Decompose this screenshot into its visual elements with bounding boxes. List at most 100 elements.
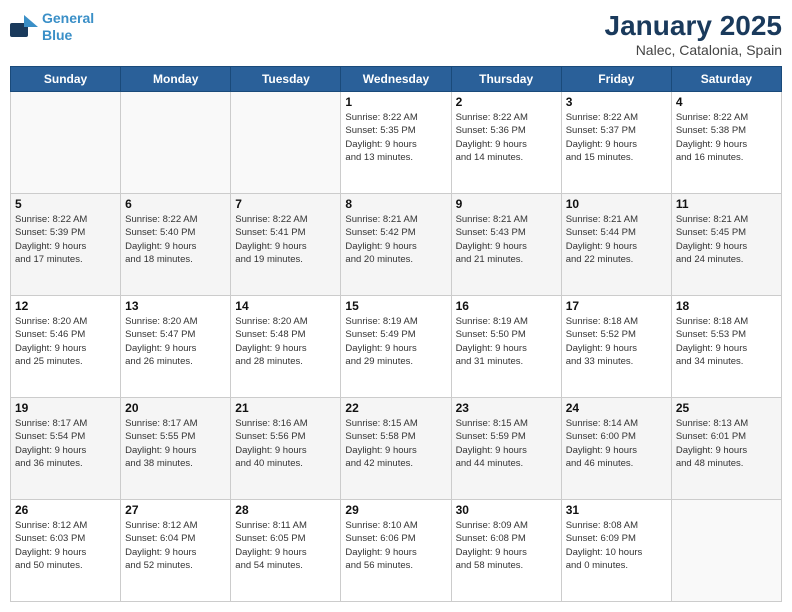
header-saturday: Saturday xyxy=(671,67,781,92)
day-number: 24 xyxy=(566,401,667,415)
day-info: Sunrise: 8:10 AM Sunset: 6:06 PM Dayligh… xyxy=(345,519,446,572)
day-cell: 15Sunrise: 8:19 AM Sunset: 5:49 PM Dayli… xyxy=(341,296,451,398)
day-info: Sunrise: 8:22 AM Sunset: 5:41 PM Dayligh… xyxy=(235,213,336,266)
day-cell: 7 Sunrise: 8:22 AM Sunset: 5:41 PM Daylig… xyxy=(231,194,341,296)
day-cell: 12 Sunrise: 8:20 AM Sunset: 5:46 PM Dayli… xyxy=(11,296,121,398)
day-info: Sunrise: 8:11 AM Sunset: 6:05 PM Dayligh… xyxy=(235,519,336,572)
day-number: 14 xyxy=(235,299,336,313)
day-info: Sunrise: 8:14 AM Sunset: 6:00 PM Dayligh… xyxy=(566,417,667,470)
day-info: Sunrise: 8:12 AM Sunset: 6:03 PM Dayligh… xyxy=(15,519,116,572)
day-info: Sunrise: 8:17 AM Sunset: 5:55 PM Dayligh… xyxy=(125,417,226,470)
week-row-3: 12 Sunrise: 8:20 AM Sunset: 5:46 PM Dayli… xyxy=(11,296,782,398)
header-thursday: Thursday xyxy=(451,67,561,92)
weekday-header-row: Sunday Monday Tuesday Wednesday Thursday… xyxy=(11,67,782,92)
day-number: 5 xyxy=(15,197,116,211)
day-cell: 8 Sunrise: 8:21 AM Sunset: 5:42 PM Daylig… xyxy=(341,194,451,296)
day-cell: 4Sunrise: 8:22 AM Sunset: 5:38 PM Daylig… xyxy=(671,92,781,194)
day-info: Sunrise: 8:18 AM Sunset: 5:52 PM Dayligh… xyxy=(566,315,667,368)
week-row-4: 19 Sunrise: 8:17 AM Sunset: 5:54 PM Dayli… xyxy=(11,398,782,500)
day-cell: 18 Sunrise: 8:18 AM Sunset: 5:53 PM Dayli… xyxy=(671,296,781,398)
day-cell xyxy=(121,92,231,194)
header: General Blue January 2025 Nalec, Catalon… xyxy=(10,10,782,58)
day-cell: 24 Sunrise: 8:14 AM Sunset: 6:00 PM Dayli… xyxy=(561,398,671,500)
day-cell: 2Sunrise: 8:22 AM Sunset: 5:36 PM Daylig… xyxy=(451,92,561,194)
day-number: 8 xyxy=(345,197,446,211)
day-info: Sunrise: 8:21 AM Sunset: 5:43 PM Dayligh… xyxy=(456,213,557,266)
day-number: 2 xyxy=(456,95,557,109)
day-info: Sunrise: 8:17 AM Sunset: 5:54 PM Dayligh… xyxy=(15,417,116,470)
day-number: 22 xyxy=(345,401,446,415)
day-number: 31 xyxy=(566,503,667,517)
day-number: 25 xyxy=(676,401,777,415)
day-info: Sunrise: 8:21 AM Sunset: 5:42 PM Dayligh… xyxy=(345,213,446,266)
day-info: Sunrise: 8:20 AM Sunset: 5:48 PM Dayligh… xyxy=(235,315,336,368)
day-number: 18 xyxy=(676,299,777,313)
day-number: 23 xyxy=(456,401,557,415)
day-cell: 5Sunrise: 8:22 AM Sunset: 5:39 PM Daylig… xyxy=(11,194,121,296)
day-info: Sunrise: 8:20 AM Sunset: 5:47 PM Dayligh… xyxy=(125,315,226,368)
day-cell: 10 Sunrise: 8:21 AM Sunset: 5:44 PM Dayli… xyxy=(561,194,671,296)
day-cell: 16 Sunrise: 8:19 AM Sunset: 5:50 PM Dayli… xyxy=(451,296,561,398)
day-cell: 30Sunrise: 8:09 AM Sunset: 6:08 PM Dayli… xyxy=(451,500,561,602)
day-info: Sunrise: 8:21 AM Sunset: 5:45 PM Dayligh… xyxy=(676,213,777,266)
day-cell: 22 Sunrise: 8:15 AM Sunset: 5:58 PM Dayli… xyxy=(341,398,451,500)
day-number: 19 xyxy=(15,401,116,415)
day-info: Sunrise: 8:20 AM Sunset: 5:46 PM Dayligh… xyxy=(15,315,116,368)
logo-general: General xyxy=(42,10,94,26)
day-cell: 3 Sunrise: 8:22 AM Sunset: 5:37 PM Daylig… xyxy=(561,92,671,194)
day-info: Sunrise: 8:21 AM Sunset: 5:44 PM Dayligh… xyxy=(566,213,667,266)
day-number: 11 xyxy=(676,197,777,211)
day-info: Sunrise: 8:15 AM Sunset: 5:58 PM Dayligh… xyxy=(345,417,446,470)
day-info: Sunrise: 8:15 AM Sunset: 5:59 PM Dayligh… xyxy=(456,417,557,470)
week-row-2: 5Sunrise: 8:22 AM Sunset: 5:39 PM Daylig… xyxy=(11,194,782,296)
day-number: 28 xyxy=(235,503,336,517)
day-number: 7 xyxy=(235,197,336,211)
day-number: 13 xyxy=(125,299,226,313)
day-cell: 9 Sunrise: 8:21 AM Sunset: 5:43 PM Daylig… xyxy=(451,194,561,296)
logo: General Blue xyxy=(10,10,94,44)
day-cell: 1Sunrise: 8:22 AM Sunset: 5:35 PM Daylig… xyxy=(341,92,451,194)
day-number: 20 xyxy=(125,401,226,415)
day-number: 16 xyxy=(456,299,557,313)
week-row-5: 26 Sunrise: 8:12 AM Sunset: 6:03 PM Dayli… xyxy=(11,500,782,602)
subtitle: Nalec, Catalonia, Spain xyxy=(605,42,782,58)
day-number: 17 xyxy=(566,299,667,313)
day-cell: 26 Sunrise: 8:12 AM Sunset: 6:03 PM Dayli… xyxy=(11,500,121,602)
day-info: Sunrise: 8:22 AM Sunset: 5:37 PM Dayligh… xyxy=(566,111,667,164)
header-monday: Monday xyxy=(121,67,231,92)
day-number: 21 xyxy=(235,401,336,415)
day-cell: 6Sunrise: 8:22 AM Sunset: 5:40 PM Daylig… xyxy=(121,194,231,296)
day-number: 10 xyxy=(566,197,667,211)
day-cell: 31 Sunrise: 8:08 AM Sunset: 6:09 PM Dayli… xyxy=(561,500,671,602)
day-cell xyxy=(231,92,341,194)
day-number: 15 xyxy=(345,299,446,313)
day-info: Sunrise: 8:13 AM Sunset: 6:01 PM Dayligh… xyxy=(676,417,777,470)
day-info: Sunrise: 8:08 AM Sunset: 6:09 PM Dayligh… xyxy=(566,519,667,572)
day-number: 6 xyxy=(125,197,226,211)
day-cell xyxy=(671,500,781,602)
day-number: 9 xyxy=(456,197,557,211)
day-number: 29 xyxy=(345,503,446,517)
day-number: 26 xyxy=(15,503,116,517)
day-cell: 29 Sunrise: 8:10 AM Sunset: 6:06 PM Dayli… xyxy=(341,500,451,602)
day-cell: 19 Sunrise: 8:17 AM Sunset: 5:54 PM Dayli… xyxy=(11,398,121,500)
calendar-table: Sunday Monday Tuesday Wednesday Thursday… xyxy=(10,66,782,602)
day-cell: 20 Sunrise: 8:17 AM Sunset: 5:55 PM Dayli… xyxy=(121,398,231,500)
day-cell: 13 Sunrise: 8:20 AM Sunset: 5:47 PM Dayli… xyxy=(121,296,231,398)
day-cell: 17 Sunrise: 8:18 AM Sunset: 5:52 PM Dayli… xyxy=(561,296,671,398)
day-number: 1 xyxy=(345,95,446,109)
header-friday: Friday xyxy=(561,67,671,92)
day-cell: 14 Sunrise: 8:20 AM Sunset: 5:48 PM Dayli… xyxy=(231,296,341,398)
day-info: Sunrise: 8:19 AM Sunset: 5:50 PM Dayligh… xyxy=(456,315,557,368)
day-info: Sunrise: 8:18 AM Sunset: 5:53 PM Dayligh… xyxy=(676,315,777,368)
day-cell xyxy=(11,92,121,194)
main-title: January 2025 xyxy=(605,10,782,42)
logo-text: General Blue xyxy=(42,10,94,44)
day-cell: 27Sunrise: 8:12 AM Sunset: 6:04 PM Dayli… xyxy=(121,500,231,602)
day-number: 12 xyxy=(15,299,116,313)
day-number: 3 xyxy=(566,95,667,109)
title-block: January 2025 Nalec, Catalonia, Spain xyxy=(605,10,782,58)
day-cell: 23 Sunrise: 8:15 AM Sunset: 5:59 PM Dayli… xyxy=(451,398,561,500)
logo-blue: Blue xyxy=(42,27,72,43)
header-sunday: Sunday xyxy=(11,67,121,92)
